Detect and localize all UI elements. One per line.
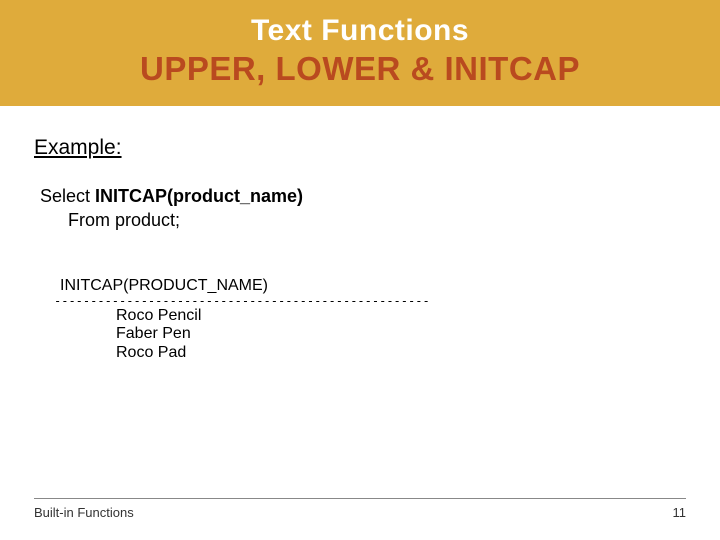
banner-title: Text Functions — [0, 14, 720, 48]
output-row: Faber Pen — [116, 325, 686, 343]
sql-func-call: INITCAP(product_name) — [95, 186, 303, 206]
sql-line-2: From product; — [68, 208, 686, 232]
slide-footer: Built-in Functions 11 — [34, 498, 686, 520]
banner-subtitle: UPPER, LOWER & INITCAP — [0, 50, 720, 88]
output-separator: ----------------------------------------… — [54, 295, 686, 307]
sql-select-keyword: Select — [40, 186, 95, 206]
footer-page-number: 11 — [673, 505, 687, 520]
output-header: INITCAP(PRODUCT_NAME) — [60, 277, 686, 295]
output-row: Roco Pad — [116, 344, 686, 362]
sql-line-1: Select INITCAP(product_name) — [40, 184, 686, 208]
output-row: Roco Pencil — [116, 307, 686, 325]
title-banner: Text Functions UPPER, LOWER & INITCAP — [0, 0, 720, 106]
footer-left: Built-in Functions — [34, 505, 134, 520]
example-label: Example: — [34, 136, 686, 160]
query-output: INITCAP(PRODUCT_NAME) ------------------… — [54, 277, 686, 363]
sql-code: Select INITCAP(product_name) From produc… — [40, 184, 686, 233]
slide-content: Example: Select INITCAP(product_name) Fr… — [0, 106, 720, 362]
